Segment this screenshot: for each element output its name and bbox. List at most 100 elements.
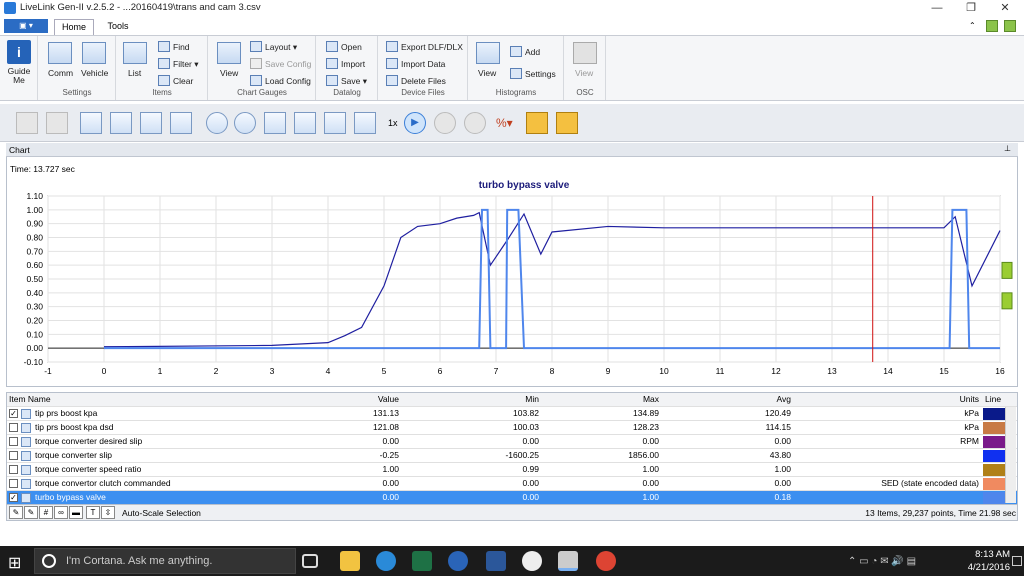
close-button[interactable]: ✕ <box>990 0 1020 16</box>
text-icon[interactable]: T <box>86 506 100 519</box>
delete-files-button[interactable]: Delete Files <box>386 75 446 86</box>
notifications-icon[interactable] <box>1012 556 1022 566</box>
play-icon[interactable]: ▶ <box>404 112 426 134</box>
tab-tools[interactable]: Tools <box>100 19 136 35</box>
row-checkbox[interactable] <box>9 479 18 488</box>
table-row[interactable]: torque convertor clutch commanded 0.00 0.0… <box>7 477 1017 491</box>
link-icon[interactable]: ∞ <box>54 506 68 519</box>
row-line-color[interactable] <box>983 464 1005 476</box>
save-config-button[interactable]: Save Config <box>250 58 311 69</box>
col-units[interactable]: Units <box>887 394 979 404</box>
clock-date[interactable]: 4/21/2016 <box>956 562 1010 573</box>
scale-right-icon[interactable] <box>170 112 192 134</box>
row-checkbox[interactable] <box>9 465 18 474</box>
scale-left-icon[interactable] <box>140 112 162 134</box>
col-item-name[interactable]: Item Name <box>9 394 51 404</box>
itunes-icon[interactable] <box>522 551 542 571</box>
export-dlf-button[interactable]: Export DLF/DLX <box>386 41 463 52</box>
histogram-settings-button[interactable]: Settings <box>510 68 556 79</box>
line-style-icon[interactable]: ▬ <box>69 506 83 519</box>
grid-scrollbar[interactable] <box>1005 407 1016 503</box>
zoom-in-icon[interactable] <box>234 112 256 134</box>
osc-view-button[interactable]: View <box>575 68 593 78</box>
stop-icon[interactable] <box>464 112 486 134</box>
row-line-color[interactable] <box>983 422 1005 434</box>
system-tray[interactable]: ⌃ ▭ ◔ ✉ 🔊 ▤ <box>848 556 916 567</box>
percent-icon[interactable]: %▾ <box>496 116 513 130</box>
livelink-taskbar-icon[interactable] <box>558 551 578 571</box>
list-button[interactable]: List <box>128 68 141 78</box>
layout-button[interactable]: Layout ▾ <box>250 41 297 53</box>
row-line-color[interactable] <box>983 492 1005 504</box>
excel-icon[interactable] <box>412 551 432 571</box>
toolbar-disabled-2-icon[interactable] <box>46 112 68 134</box>
scale-edit-icon[interactable]: ✎ <box>9 506 23 519</box>
row-checkbox[interactable] <box>9 437 18 446</box>
load-config-button[interactable]: Load Config <box>250 75 311 86</box>
marker-left-icon[interactable] <box>526 112 548 134</box>
find-button[interactable]: Find <box>158 41 190 52</box>
quick-access-icon[interactable] <box>986 20 998 32</box>
quick-access-icon-2[interactable] <box>1004 20 1016 32</box>
col-max[interactable]: Max <box>567 394 659 404</box>
filter-button[interactable]: Filter ▾ <box>158 58 199 70</box>
pan-icon[interactable] <box>294 112 316 134</box>
cursor-left-icon[interactable] <box>324 112 346 134</box>
max-left-icon[interactable] <box>80 112 102 134</box>
row-checkbox[interactable] <box>9 423 18 432</box>
zoom-out-icon[interactable] <box>206 112 228 134</box>
pin-icon[interactable]: ⊥ <box>1004 144 1011 153</box>
file-explorer-icon[interactable] <box>340 551 360 571</box>
chart-view-button[interactable]: View <box>220 68 238 78</box>
table-row[interactable]: torque converter slip -0.25 -1600.25 1856.0… <box>7 449 1017 463</box>
col-avg[interactable]: Avg <box>699 394 792 404</box>
row-line-color[interactable] <box>983 478 1005 490</box>
playback-speed[interactable]: 1x <box>388 118 398 128</box>
table-row[interactable]: torque converter desired slip 0.00 0.00 0.0… <box>7 435 1017 449</box>
col-min[interactable]: Min <box>447 394 539 404</box>
marker-right-icon[interactable] <box>556 112 578 134</box>
table-row[interactable]: ✓ turbo bypass valve 0.00 0.00 1.00 0.18 <box>7 491 1017 505</box>
row-line-color[interactable] <box>983 450 1005 462</box>
task-view-icon[interactable] <box>302 554 318 568</box>
table-row[interactable]: ✓ tip prs boost kpa 131.13 103.82 134.89 120.… <box>7 407 1017 421</box>
toolbar-disabled-1-icon[interactable] <box>16 112 38 134</box>
save-button[interactable]: Save ▾ <box>326 75 367 87</box>
minimize-button[interactable]: — <box>922 0 952 16</box>
chrome-icon[interactable] <box>596 551 616 571</box>
row-line-color[interactable] <box>983 408 1005 420</box>
tab-home[interactable]: Home <box>54 19 94 35</box>
open-button[interactable]: Open <box>326 41 362 52</box>
start-icon[interactable]: ⊞ <box>8 553 21 573</box>
comm-button[interactable]: Comm <box>48 68 73 78</box>
clear-button[interactable]: Clear <box>158 75 193 86</box>
maxthon-icon[interactable] <box>448 551 468 571</box>
pause-icon[interactable] <box>434 112 456 134</box>
chart-plot[interactable]: 1.10 1.00 0.90 0.80 0.70 0.60 0.50 0.40 0.30 0.20… <box>6 176 1018 381</box>
col-line[interactable]: Line <box>985 394 1001 404</box>
app-menu-button[interactable]: ▣ ▾ <box>4 19 48 33</box>
row-checkbox[interactable]: ✓ <box>9 409 18 418</box>
scale-icon[interactable]: ⇳ <box>101 506 115 519</box>
ie-icon[interactable] <box>376 551 396 571</box>
collapse-ribbon-icon[interactable]: ⌃ <box>969 21 976 30</box>
row-checkbox[interactable]: ✓ <box>9 493 18 502</box>
vehicle-button[interactable]: Vehicle <box>81 68 108 78</box>
table-row[interactable]: tip prs boost kpa dsd 121.08 100.03 128.23 1… <box>7 421 1017 435</box>
import-button[interactable]: Import <box>326 58 365 69</box>
histogram-view-button[interactable]: View <box>478 68 496 78</box>
row-line-color[interactable] <box>983 436 1005 448</box>
hash-icon[interactable]: # <box>39 506 53 519</box>
histogram-add-button[interactable]: Add <box>510 46 540 57</box>
max-right-icon[interactable] <box>110 112 132 134</box>
restore-button[interactable]: ❐ <box>956 0 986 16</box>
clock-time[interactable]: 8:13 AM <box>966 549 1010 560</box>
fit-icon[interactable] <box>264 112 286 134</box>
cursor-right-icon[interactable] <box>354 112 376 134</box>
col-value[interactable]: Value <box>307 394 399 404</box>
table-row[interactable]: torque converter speed ratio 1.00 0.99 1.00… <box>7 463 1017 477</box>
word-icon[interactable] <box>486 551 506 571</box>
scale-edit-2-icon[interactable]: ✎ <box>24 506 38 519</box>
import-data-button[interactable]: Import Data <box>386 58 445 69</box>
row-checkbox[interactable] <box>9 451 18 460</box>
